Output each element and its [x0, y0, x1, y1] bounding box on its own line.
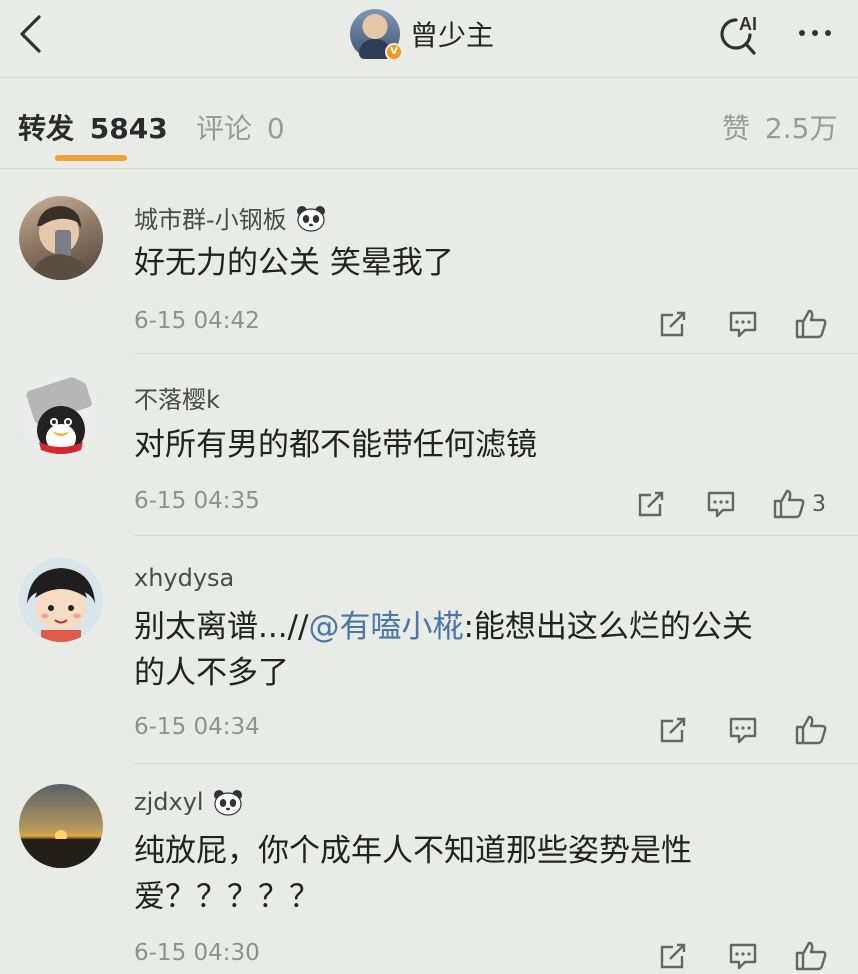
like-button[interactable]: 3	[772, 484, 826, 524]
top-bar: V 曾少主 AI	[0, 0, 858, 78]
username-text: zjdxyl	[134, 788, 204, 816]
action-bar	[658, 936, 858, 974]
repost-button[interactable]	[658, 304, 688, 344]
repost-button[interactable]	[658, 710, 688, 750]
username[interactable]: 不落樱k	[134, 380, 220, 415]
username[interactable]: zjdxyl	[134, 788, 244, 816]
comment-button[interactable]	[728, 304, 758, 344]
tab-count: 0	[266, 112, 285, 145]
panda-badge-icon	[296, 205, 325, 232]
action-bar: 3	[636, 484, 858, 524]
more-dots-icon	[799, 30, 831, 36]
like-button[interactable]	[794, 710, 834, 750]
tab-likes[interactable]: 赞 2.5万	[722, 107, 837, 147]
like-count: 3	[812, 491, 826, 517]
comment-icon	[707, 491, 735, 518]
repost-icon	[638, 491, 664, 517]
thumbs-up-icon	[795, 715, 827, 745]
tab-indicator	[55, 155, 127, 161]
comment-button[interactable]	[728, 936, 758, 974]
avatar-photo	[19, 784, 103, 868]
comment-text-part: 的人不多了	[134, 655, 289, 691]
avatar[interactable]	[19, 196, 103, 280]
comment-icon	[729, 943, 757, 970]
timestamp: 6-15 04:34	[134, 714, 260, 740]
avatar-photo	[19, 376, 103, 460]
comment-text: 纯放屁，你个成年人不知道那些姿势是性 爱？？？？？	[134, 828, 824, 920]
username-text: 不落樱k	[134, 386, 220, 414]
comment-text-part: 别太离谱...//	[134, 609, 309, 645]
timestamp: 6-15 04:42	[134, 308, 260, 334]
username[interactable]: 城市群-小钢板	[134, 200, 327, 235]
comment-icon	[729, 717, 757, 744]
page-title: 曾少主	[410, 19, 495, 52]
header-user[interactable]: V 曾少主	[350, 8, 495, 61]
avatar[interactable]	[19, 784, 103, 868]
list-item: 城市群-小钢板 好无力的公关 笑晕我了 6-15 04:42	[0, 170, 858, 354]
repost-icon	[660, 943, 686, 969]
username[interactable]: xhydysa	[134, 564, 234, 592]
ai-search-icon: AI	[720, 14, 757, 55]
list-item: 不落樱k 对所有男的都不能带任何滤镜 6-15 04:35 3	[0, 354, 858, 536]
avatar[interactable]: V	[350, 9, 403, 61]
avatar-photo	[29, 206, 93, 280]
tab-comments[interactable]: 评论 0	[196, 107, 285, 147]
tab-count: 5843	[89, 112, 168, 145]
list-item: xhydysa 别太离谱...//@有嗑小椛:能想出这么烂的公关 的人不多了 6…	[0, 536, 858, 764]
ai-search-button[interactable]: AI	[712, 8, 764, 60]
comment-text-part: 纯放屁，你个成年人不知道那些姿势是性	[134, 833, 692, 869]
repost-icon	[660, 717, 686, 743]
avatar[interactable]	[19, 558, 103, 642]
ai-label: AI	[739, 14, 757, 34]
thumbs-up-icon	[795, 941, 827, 971]
avatar-photo	[19, 558, 103, 642]
comment-text: 对所有男的都不能带任何滤镜	[134, 427, 537, 463]
mention-link[interactable]: @有嗑小椛	[308, 609, 463, 645]
like-button[interactable]	[794, 936, 834, 974]
action-bar	[658, 710, 858, 750]
action-bar	[658, 304, 858, 344]
more-button[interactable]	[790, 16, 840, 50]
timestamp: 6-15 04:30	[134, 940, 260, 966]
repost-button[interactable]	[636, 484, 666, 524]
thumbs-up-icon	[773, 489, 805, 519]
list-item: zjdxyl 纯放屁，你个成年人不知道那些姿势是性 爱？？？？？ 6-15 04…	[0, 764, 858, 974]
tab-label: 赞	[722, 112, 751, 145]
chevron-left-icon	[20, 15, 41, 53]
username-text: 城市群-小钢板	[134, 206, 287, 234]
tab-bar: 转发 5843 评论 0 赞 2.5万	[0, 79, 858, 169]
comment-text-part: 爱？？？？？	[134, 879, 320, 915]
repost-button[interactable]	[658, 936, 688, 974]
comment-text: 好无力的公关 笑晕我了	[134, 245, 454, 281]
tab-reposts[interactable]: 转发 5843	[18, 107, 168, 147]
tab-label: 评论	[196, 112, 253, 145]
comment-text-part: :能想出这么烂的公关	[463, 609, 753, 645]
thumbs-up-icon	[795, 309, 827, 339]
repost-icon	[660, 311, 686, 337]
tab-count: 2.5万	[764, 112, 838, 145]
comment-button[interactable]	[728, 710, 758, 750]
comment-icon	[729, 311, 757, 338]
timestamp: 6-15 04:35	[134, 488, 260, 514]
like-button[interactable]	[794, 304, 834, 344]
back-button[interactable]	[10, 12, 50, 56]
avatar[interactable]	[19, 376, 103, 460]
verified-badge: V	[385, 43, 403, 61]
panda-badge-icon	[213, 790, 242, 816]
tab-label: 转发	[18, 112, 75, 145]
comment-text: 别太离谱...//@有嗑小椛:能想出这么烂的公关 的人不多了	[134, 604, 824, 696]
comment-button[interactable]	[706, 484, 736, 524]
username-text: xhydysa	[134, 564, 235, 592]
